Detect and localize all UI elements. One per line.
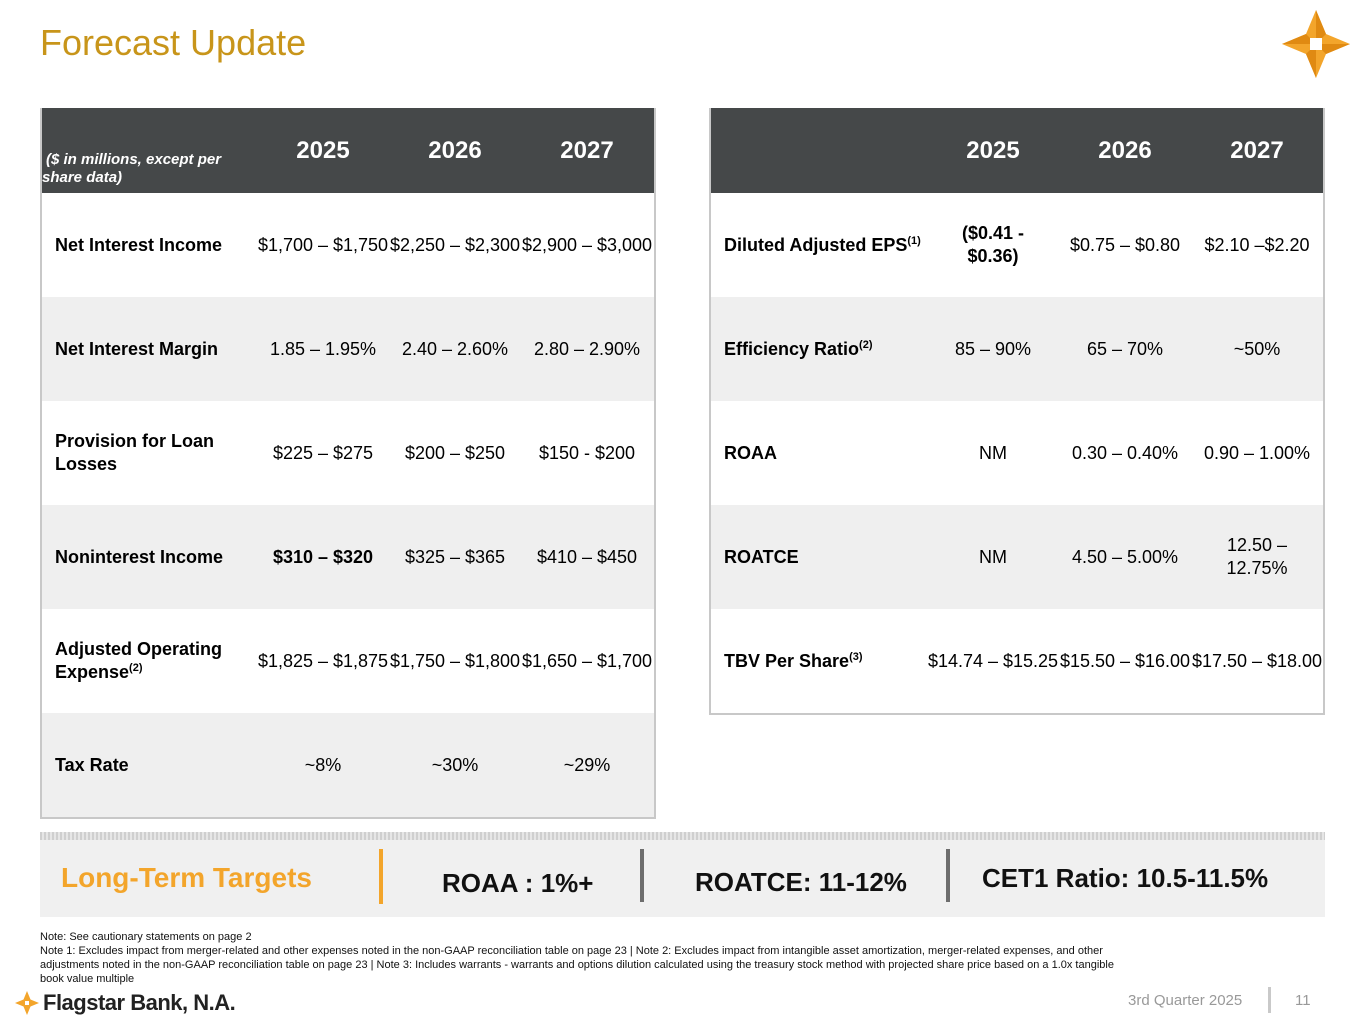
separator [946,849,950,902]
cell-value: $1,825 – $1,875 [257,650,389,671]
separator [640,849,644,902]
section-divider [40,832,1325,840]
cell-value: $1,750 – $1,800 [389,650,521,671]
cell-value: ~50% [1233,338,1281,359]
cell-value: $200 – $250 [404,442,506,463]
table-row: Adjusted Operating Expense(2) $1,825 – $… [42,609,654,713]
row-label: Diluted Adjusted EPS(1) [724,234,921,255]
row-label: Net Interest Income [55,234,223,255]
cell-value: $0.75 – $0.80 [1069,234,1181,255]
brand-logo: Flagstar Bank, N.A. [15,990,236,1016]
brand-name: Flagstar Bank, N.A. [43,990,236,1015]
page-number: 11 [1295,992,1311,1009]
table-header: ($ in millions, except per share data) 2… [42,108,654,193]
cell-value: 12.50 – 12.75% [1226,535,1288,578]
flagstar-star-icon [15,991,39,1015]
row-label: Tax Rate [55,754,129,775]
cell-value: $2.10 –$2.20 [1204,234,1310,255]
table-row: ROATCE NM 4.50 – 5.00% 12.50 – 12.75% [711,505,1323,609]
table-row: Tax Rate ~8% ~30% ~29% [42,713,654,817]
cell-value: $225 – $275 [272,442,374,463]
targets-label: Long-Term Targets [61,862,312,893]
year-header: 2026 [1098,137,1152,164]
cell-value: $1,700 – $1,750 [257,234,389,255]
forecast-financials-table: ($ in millions, except per share data) 2… [40,108,656,819]
row-label: Net Interest Margin [55,338,219,359]
year-header: 2025 [296,137,350,164]
cell-value: NM [979,442,1007,463]
row-label: ROAA [724,442,777,463]
table-row: TBV Per Share(3) $14.74 – $15.25 $15.50 … [711,609,1323,713]
note-line: Note: See cautionary statements on page … [40,931,252,943]
header-blank [711,187,927,193]
cell-value: ~30% [431,754,479,775]
row-label: Noninterest Income [55,546,224,567]
cell-value: $17.50 – $18.00 [1191,650,1323,671]
cell-value: $150 - $200 [538,442,636,463]
table-row: Noninterest Income $310 – $320 $325 – $3… [42,505,654,609]
table-row: Net Interest Margin 1.85 – 1.95% 2.40 – … [42,297,654,401]
roatce-target: ROATCE: 11-12% [695,867,907,897]
cell-value: 2.40 – 2.60% [401,338,509,359]
cell-value: 4.50 – 5.00% [1071,546,1179,567]
table-row: ROAA NM 0.30 – 0.40% 0.90 – 1.00% [711,401,1323,505]
cell-value: $310 – $320 [272,546,374,567]
cell-value: $2,250 – $2,300 [389,234,521,255]
cell-value: 65 – 70% [1086,338,1164,359]
cell-value: $2,900 – $3,000 [521,234,653,255]
cell-value: $1,650 – $1,700 [521,650,653,671]
row-label: Adjusted Operating Expense(2) [55,639,223,682]
cell-value: 0.90 – 1.00% [1203,442,1311,463]
table-header: 2025 2026 2027 [711,108,1323,193]
cell-value: 0.30 – 0.40% [1071,442,1179,463]
cell-value: ($0.41 - $0.36) [961,223,1025,266]
footnotes: Note: See cautionary statements on page … [40,930,1125,986]
footer-quarter: 3rd Quarter 2025 [1128,992,1243,1009]
footer-separator [1268,987,1271,1013]
page-title: Forecast Update [40,22,307,63]
table-row: Net Interest Income $1,700 – $1,750 $2,2… [42,193,654,297]
table-row: Diluted Adjusted EPS(1) ($0.41 - $0.36) … [711,193,1323,297]
cell-value: ~29% [563,754,611,775]
cell-value: ~8% [304,754,342,775]
forecast-metrics-table: 2025 2026 2027 Diluted Adjusted EPS(1) (… [709,108,1325,715]
roaa-target: ROAA : 1%+ [442,868,594,898]
cell-value: 2.80 – 2.90% [533,338,641,359]
header-note: ($ in millions, except per share data) [42,151,222,186]
row-label: ROATCE [724,546,799,567]
row-label: Efficiency Ratio(2) [724,338,873,359]
year-header: 2025 [966,137,1020,164]
cell-value: NM [979,546,1007,567]
long-term-targets-band: Long-Term Targets ROAA : 1%+ ROATCE: 11-… [40,840,1325,917]
note-line: Note 1: Excludes impact from merger-rela… [40,945,1114,985]
table-row: Efficiency Ratio(2) 85 – 90% 65 – 70% ~5… [711,297,1323,401]
cell-value: $410 – $450 [536,546,638,567]
year-header: 2026 [428,137,482,164]
cell-value: $15.50 – $16.00 [1059,650,1191,671]
cell-value: $325 – $365 [404,546,506,567]
cell-value: $14.74 – $15.25 [927,650,1059,671]
separator-accent [379,849,383,904]
cell-value: 1.85 – 1.95% [269,338,377,359]
star-logo-icon [1282,10,1350,78]
row-label: Provision for Loan Losses [55,431,215,474]
table-row: Provision for Loan Losses $225 – $275 $2… [42,401,654,505]
row-label: TBV Per Share(3) [724,650,863,671]
year-header: 2027 [560,137,614,164]
cet1-target: CET1 Ratio: 10.5-11.5% [982,863,1269,893]
year-header: 2027 [1230,137,1284,164]
cell-value: 85 – 90% [954,338,1032,359]
